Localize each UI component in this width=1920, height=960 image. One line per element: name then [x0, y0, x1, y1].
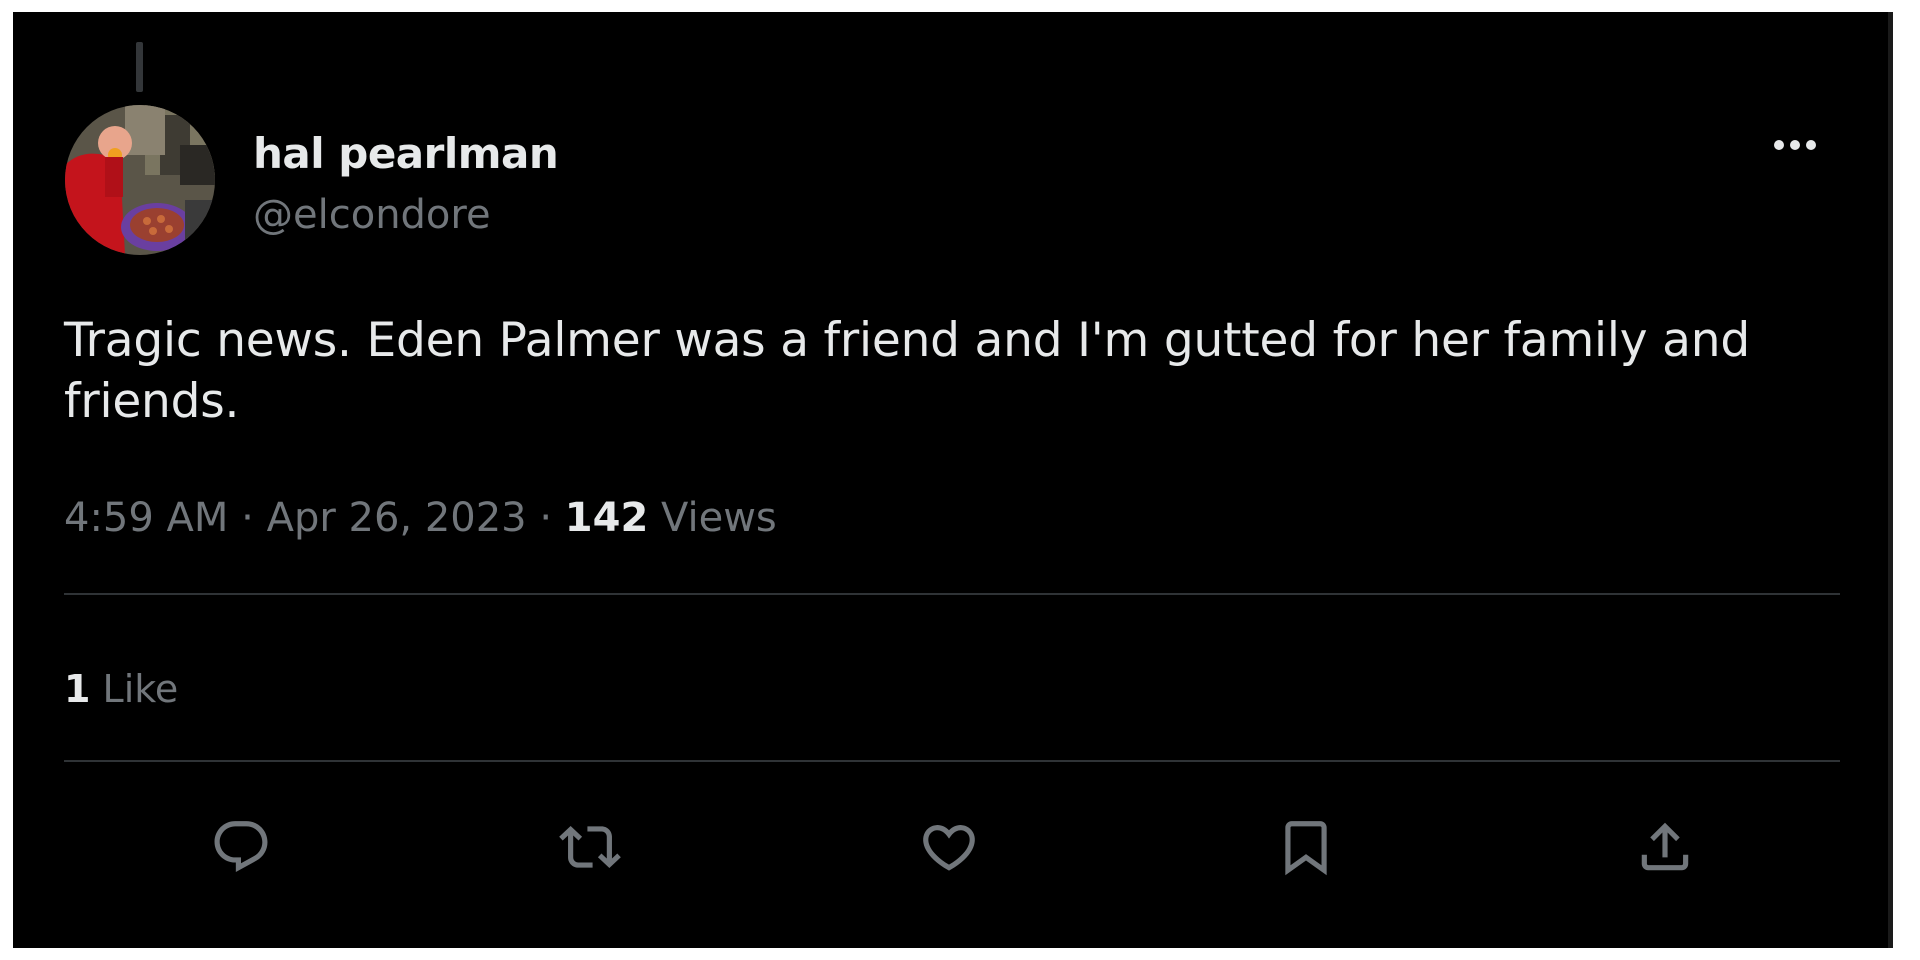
reply-button[interactable] [206, 812, 276, 882]
like-button[interactable] [914, 812, 984, 882]
heart-icon [923, 825, 975, 871]
more-horizontal-icon [1774, 140, 1816, 150]
like-count: 1 [64, 667, 91, 711]
retweet-button[interactable] [555, 812, 625, 882]
thread-connector-line [136, 42, 143, 92]
views-count: 142 [564, 495, 649, 541]
views-label: Views [661, 495, 777, 541]
author-display-name[interactable]: hal pearlman [253, 129, 559, 178]
meta-separator: · [539, 495, 553, 541]
meta-separator: · [241, 495, 254, 541]
speech-bubble-icon [214, 821, 268, 873]
retweet-arrows-icon [559, 826, 621, 868]
avatar[interactable] [65, 105, 215, 255]
bookmark-button[interactable] [1271, 812, 1341, 882]
upload-arrow-icon [1641, 822, 1689, 871]
author-handle[interactable]: @elcondore [253, 192, 491, 238]
like-label: Like [102, 667, 179, 711]
tweet-time[interactable]: 4:59 AM [64, 495, 228, 541]
share-button[interactable] [1630, 812, 1700, 882]
divider [64, 760, 1840, 762]
tweet-text: Tragic news. Eden Palmer was a friend an… [64, 313, 1750, 429]
divider [64, 593, 1840, 595]
bookmark-icon [1285, 821, 1327, 876]
tweet-date[interactable]: Apr 26, 2023 [267, 495, 527, 541]
tweet-metadata: 4:59 AM · Apr 26, 2023 · 142 Views [64, 495, 777, 541]
likes-link[interactable]: 1 Like [64, 667, 178, 711]
more-options-button[interactable] [1765, 130, 1825, 160]
tweet-card: hal pearlman @elcondore Tragic news. Ede… [13, 12, 1893, 948]
